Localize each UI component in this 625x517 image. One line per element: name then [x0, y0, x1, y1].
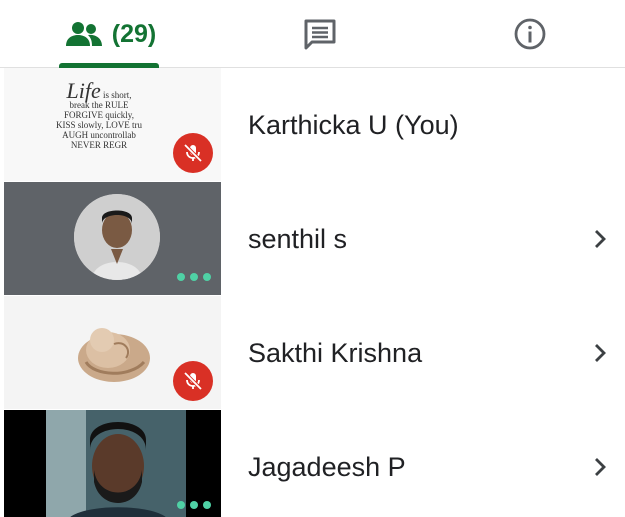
chevron-right-icon[interactable]	[585, 224, 615, 254]
avatar-photo	[74, 194, 160, 280]
more-dots-icon	[177, 273, 211, 281]
participant-thumbnail: Life is short, break the RULE FORGIVE qu…	[4, 68, 221, 181]
muted-badge	[173, 133, 213, 173]
participant-row[interactable]: Life is short, break the RULE FORGIVE qu…	[0, 68, 625, 182]
participant-name: Karthicka U (You)	[248, 109, 459, 140]
participant-count: (29)	[111, 19, 157, 48]
participant-thumbnail	[4, 410, 221, 517]
participant-thumbnail	[4, 296, 221, 409]
mic-off-icon	[183, 371, 203, 391]
tab-bar: (29)	[0, 0, 625, 68]
tab-info[interactable]	[495, 0, 565, 68]
chevron-right-icon[interactable]	[585, 338, 615, 368]
participant-name: senthil s	[248, 223, 348, 254]
info-icon	[514, 18, 546, 50]
chat-icon	[304, 19, 336, 50]
video-image	[46, 410, 186, 517]
avatar-image	[78, 328, 150, 382]
mic-off-icon	[183, 143, 203, 163]
participant-row[interactable]: senthil s	[0, 182, 625, 296]
participant-thumbnail	[4, 182, 221, 295]
more-dots-icon	[177, 501, 211, 509]
participant-name: Jagadeesh P	[248, 451, 406, 482]
chevron-right-icon[interactable]	[585, 452, 615, 482]
participant-row[interactable]: Jagadeesh P	[0, 410, 625, 517]
participant-row[interactable]: Sakthi Krishna	[0, 296, 625, 410]
video-feed	[46, 410, 186, 517]
avatar	[74, 194, 160, 280]
muted-badge	[173, 361, 213, 401]
tab-people[interactable]: (29)	[40, 0, 180, 68]
people-icon	[65, 22, 102, 46]
tab-chat[interactable]	[285, 0, 355, 68]
participant-name: Sakthi Krishna	[248, 337, 423, 368]
